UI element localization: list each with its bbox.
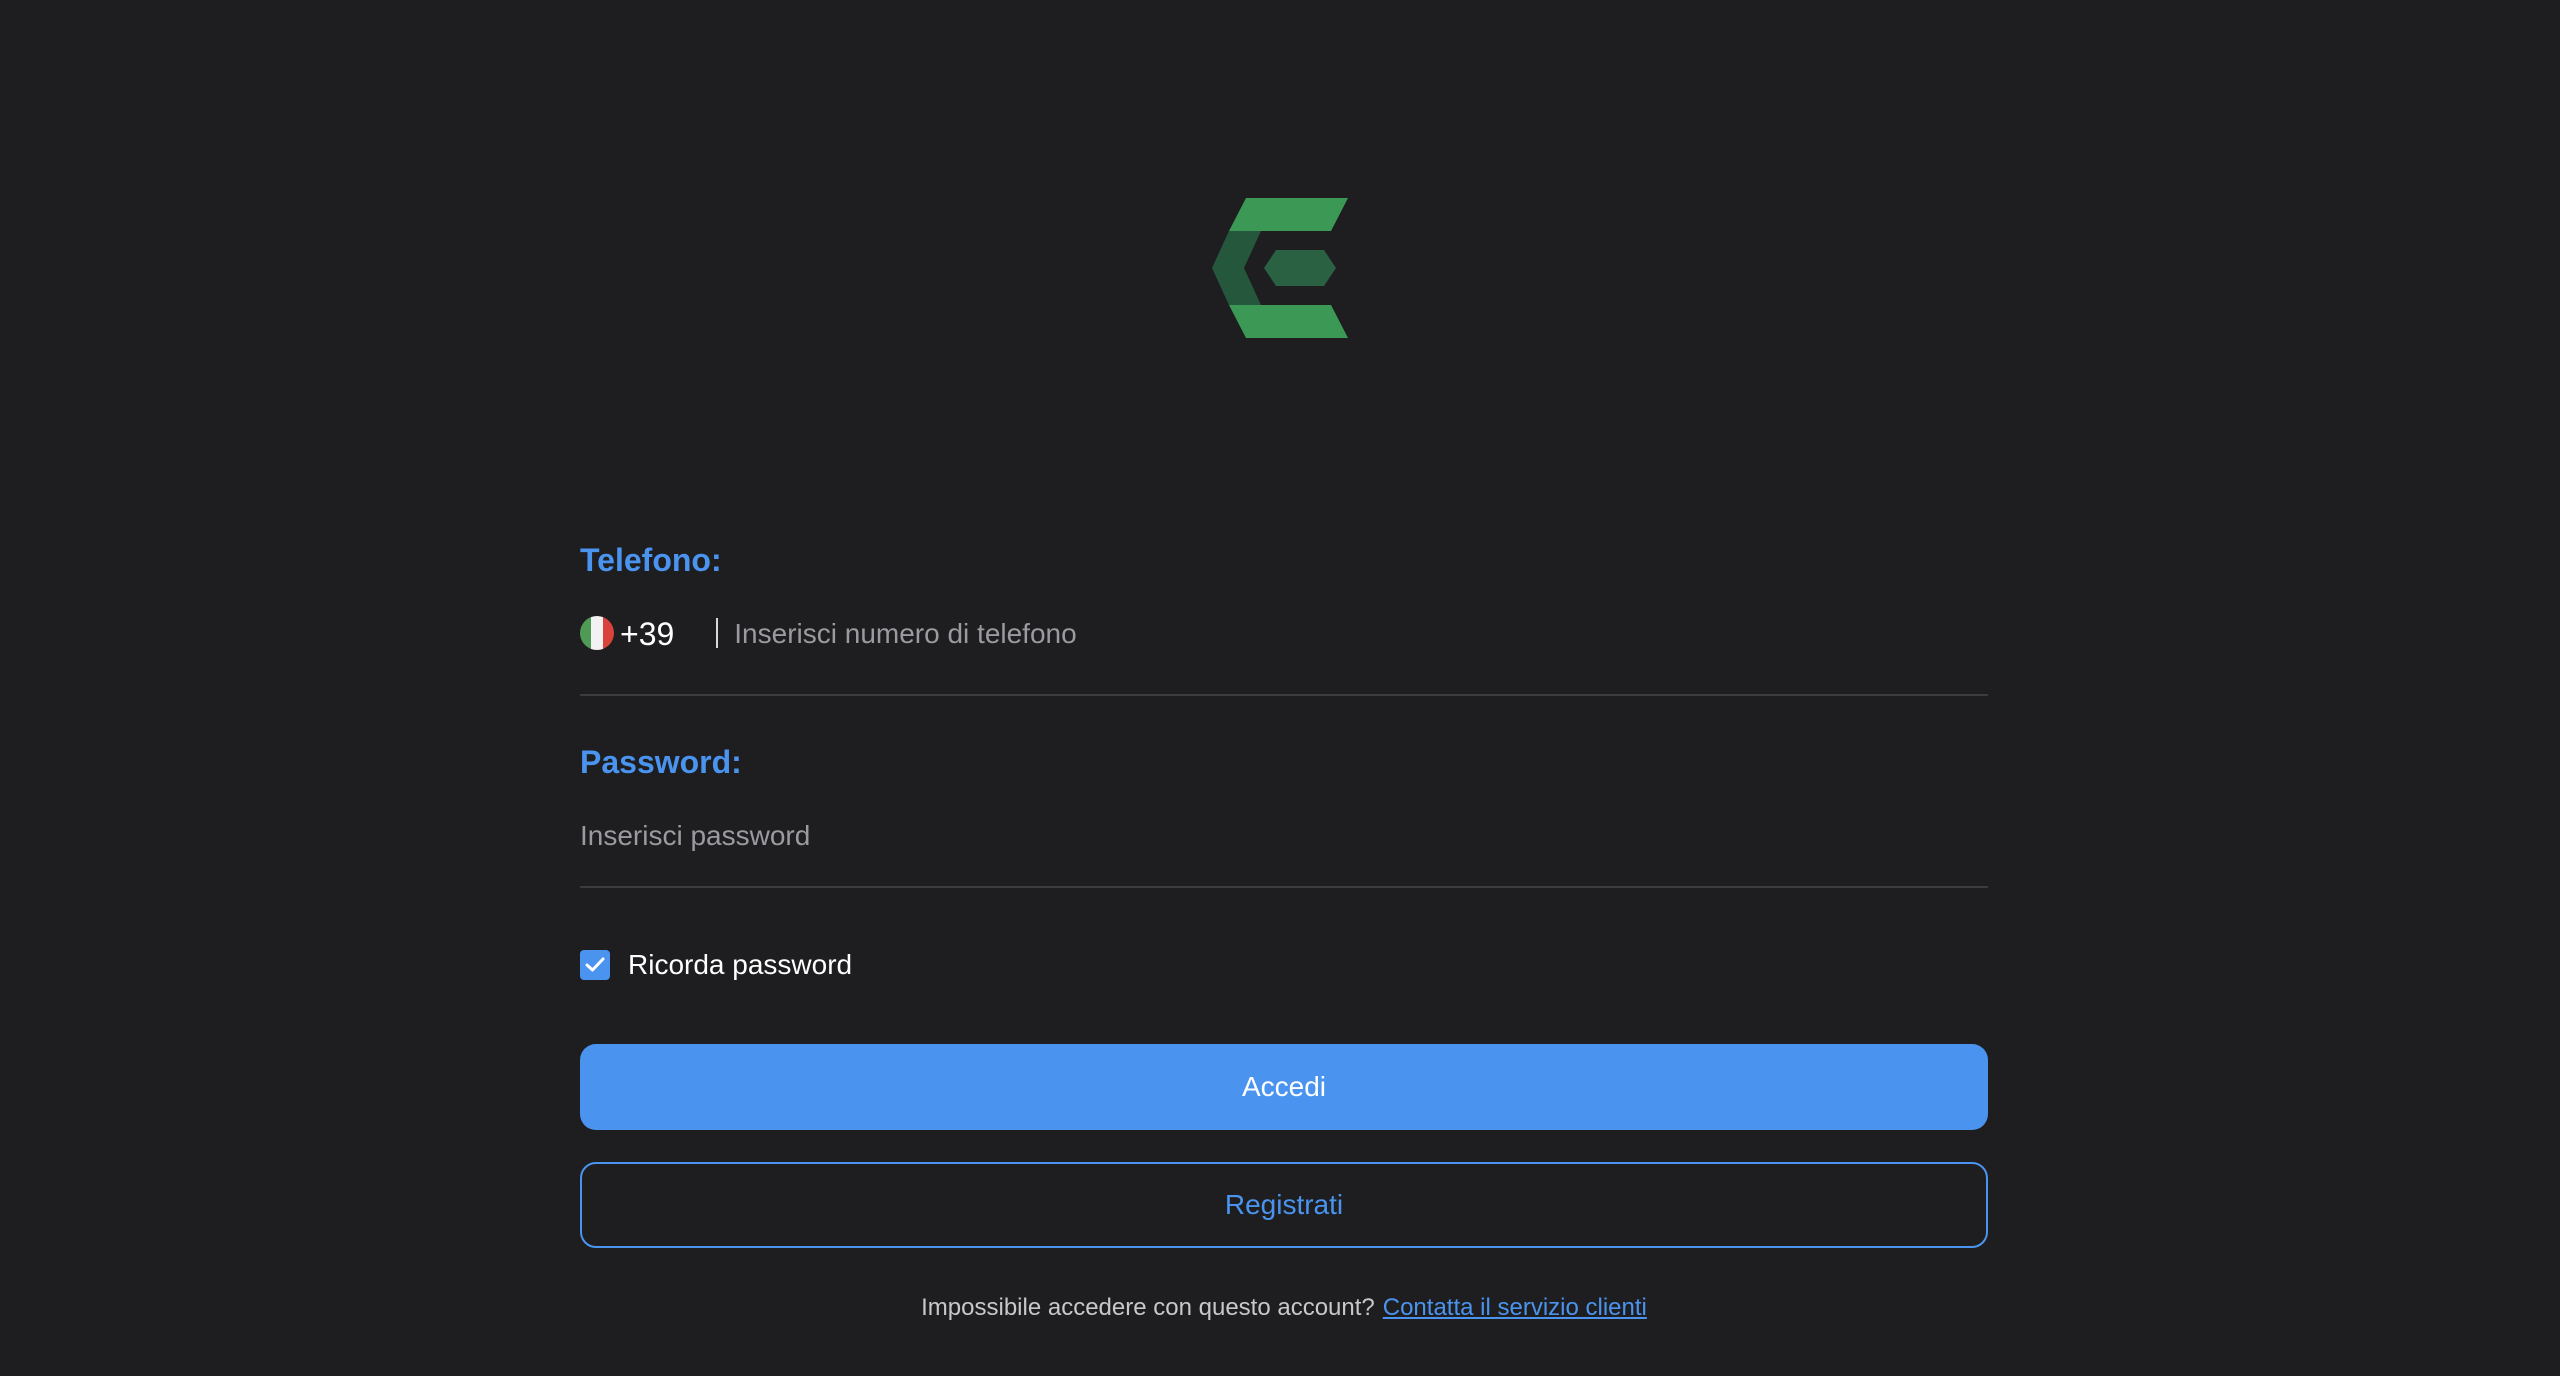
text-cursor [716,618,719,648]
remember-password-label[interactable]: Ricorda password [628,949,852,981]
phone-input[interactable] [734,616,1988,652]
brand-logo-icon [1212,198,1348,338]
remember-password-row: Ricorda password [580,948,1988,982]
password-label: Password: [580,744,742,780]
phone-field: +39 [580,616,1988,696]
password-field [580,818,1988,888]
contact-support-link[interactable]: Contatta il servizio clienti [1383,1294,1647,1321]
remember-password-checkbox[interactable] [580,950,610,980]
password-input[interactable] [580,818,1988,854]
support-text: Impossibile accedere con questo account? [921,1294,1375,1321]
checkmark-icon [585,957,605,972]
login-form: Telefono: +39 Password: Ricorda password… [580,540,1988,1322]
login-page: Telefono: +39 Password: Ricorda password… [0,0,2560,1376]
italy-flag-icon[interactable] [580,616,614,650]
country-prefix[interactable]: +39 [620,616,674,652]
register-button[interactable]: Registrati [580,1162,1988,1248]
support-footer: Impossibile accedere con questo account?… [580,1294,1988,1322]
phone-label: Telefono: [580,542,722,578]
login-button[interactable]: Accedi [580,1044,1988,1130]
